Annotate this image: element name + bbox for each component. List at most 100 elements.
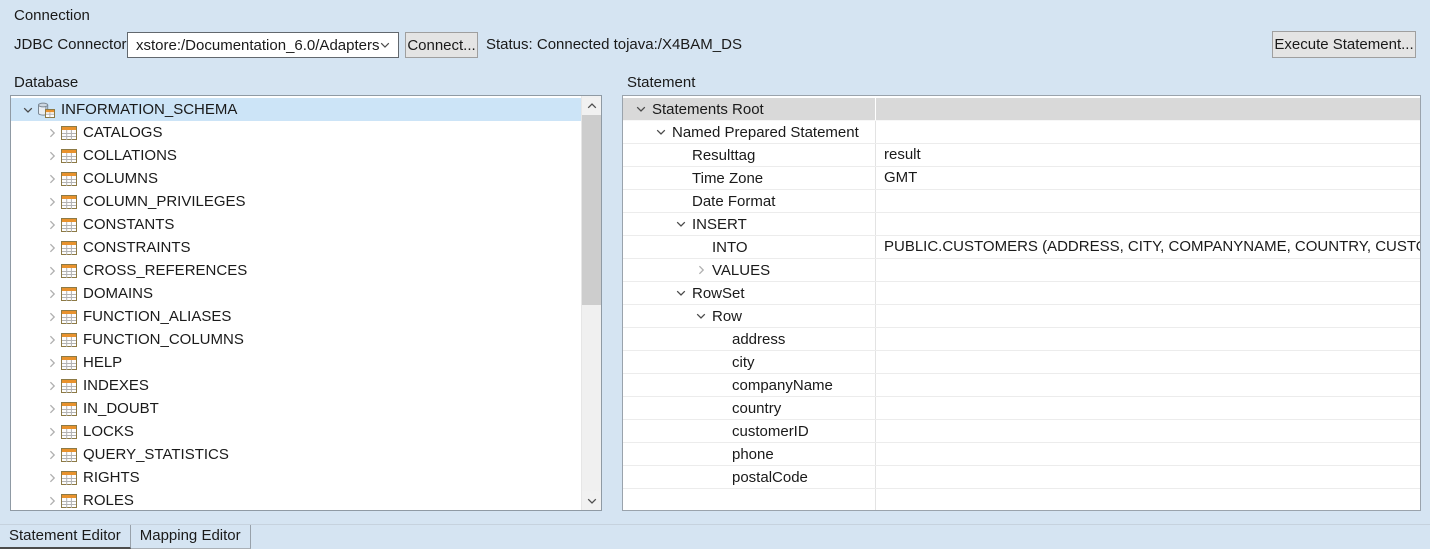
chevron-expanded-icon[interactable] — [21, 103, 35, 117]
chevron-collapsed-icon[interactable] — [45, 126, 59, 140]
statement-row[interactable]: phone — [623, 443, 1420, 466]
statement-row[interactable]: INSERT — [623, 213, 1420, 236]
statement-row[interactable]: Row — [623, 305, 1420, 328]
scroll-up-button[interactable] — [582, 96, 601, 115]
tab-mapping-editor[interactable]: Mapping Editor — [131, 525, 251, 549]
chevron-collapsed-icon[interactable] — [45, 172, 59, 186]
chevron-collapsed-icon[interactable] — [45, 333, 59, 347]
chevron-expanded-icon[interactable] — [694, 309, 708, 323]
statement-row-value[interactable]: GMT — [876, 167, 1420, 189]
tree-item-table[interactable]: COLUMNS — [11, 167, 581, 190]
tree-item-table[interactable]: QUERY_STATISTICS — [11, 443, 581, 466]
tree-item-table[interactable]: IN_DOUBT — [11, 397, 581, 420]
statement-row[interactable]: postalCode — [623, 466, 1420, 489]
statement-row-value[interactable] — [876, 489, 1420, 511]
tree-item-table[interactable]: COLUMN_PRIVILEGES — [11, 190, 581, 213]
jdbc-connector-select[interactable]: xstore:/Documentation_6.0/Adapters — [127, 32, 399, 58]
statement-row[interactable]: VALUES — [623, 259, 1420, 282]
tree-item-table[interactable]: CONSTRAINTS — [11, 236, 581, 259]
statement-row-name-cell: customerID — [623, 420, 876, 442]
statement-row[interactable]: customerID — [623, 420, 1420, 443]
chevron-collapsed-icon[interactable] — [45, 425, 59, 439]
execute-statement-button[interactable]: Execute Statement... — [1272, 31, 1416, 58]
tree-item-table[interactable]: FUNCTION_ALIASES — [11, 305, 581, 328]
chevron-collapsed-icon[interactable] — [45, 494, 59, 508]
chevron-collapsed-icon[interactable] — [45, 218, 59, 232]
tree-item-table[interactable]: CATALOGS — [11, 121, 581, 144]
statement-row-name-cell: Time Zone — [623, 167, 876, 189]
tree-item-label: CONSTRAINTS — [83, 239, 191, 256]
statement-row-value[interactable] — [876, 328, 1420, 350]
tree-item-label: DOMAINS — [83, 285, 153, 302]
statement-row-value[interactable] — [876, 305, 1420, 327]
statement-row[interactable]: Named Prepared Statement — [623, 121, 1420, 144]
statement-row-value[interactable] — [876, 466, 1420, 488]
tree-item-table[interactable]: INDEXES — [11, 374, 581, 397]
statement-row-value[interactable] — [876, 351, 1420, 373]
statement-row-value[interactable] — [876, 190, 1420, 212]
statement-row[interactable]: address — [623, 328, 1420, 351]
tree-item-table[interactable]: FUNCTION_COLUMNS — [11, 328, 581, 351]
chevron-down-icon — [379, 39, 391, 51]
statement-row-name-cell: city — [623, 351, 876, 373]
connection-section-label: Connection — [14, 7, 90, 24]
chevron-collapsed-icon[interactable] — [45, 149, 59, 163]
statement-row-value[interactable] — [876, 420, 1420, 442]
chevron-collapsed-icon[interactable] — [45, 356, 59, 370]
statement-row-value[interactable] — [876, 282, 1420, 304]
table-icon — [61, 494, 77, 508]
tree-item-table[interactable]: LOCKS — [11, 420, 581, 443]
statement-row-value[interactable]: result — [876, 144, 1420, 166]
tree-item-table[interactable]: RIGHTS — [11, 466, 581, 489]
chevron-collapsed-icon[interactable] — [45, 287, 59, 301]
tree-item-table[interactable]: COLLATIONS — [11, 144, 581, 167]
scroll-down-button[interactable] — [582, 491, 601, 510]
statement-row-value[interactable] — [876, 374, 1420, 396]
scrollbar-thumb[interactable] — [582, 115, 601, 305]
chevron-collapsed-icon[interactable] — [45, 471, 59, 485]
tree-item-table[interactable]: CROSS_REFERENCES — [11, 259, 581, 282]
statement-row[interactable]: Resulttagresult — [623, 144, 1420, 167]
chevron-collapsed-icon[interactable] — [694, 263, 708, 277]
statement-row[interactable]: city — [623, 351, 1420, 374]
tree-item-table[interactable]: ROLES — [11, 489, 581, 511]
vertical-scrollbar[interactable] — [581, 96, 601, 510]
chevron-collapsed-icon[interactable] — [45, 402, 59, 416]
statement-row-value[interactable] — [876, 259, 1420, 281]
chevron-expanded-icon[interactable] — [674, 286, 688, 300]
tab-statement-editor[interactable]: Statement Editor — [0, 525, 131, 549]
tree-item-label: CONSTANTS — [83, 216, 174, 233]
chevron-collapsed-icon[interactable] — [45, 264, 59, 278]
statement-row-value[interactable] — [876, 397, 1420, 419]
statement-row[interactable]: INTOPUBLIC.CUSTOMERS (ADDRESS, CITY, COM… — [623, 236, 1420, 259]
table-icon — [61, 241, 77, 255]
tree-item-table[interactable]: DOMAINS — [11, 282, 581, 305]
statement-row[interactable]: Statements Root — [623, 98, 1420, 121]
tree-item-information-schema[interactable]: INFORMATION_SCHEMA — [11, 98, 581, 121]
statement-row-value[interactable] — [876, 121, 1420, 143]
statement-row-name-cell: Statements Root — [623, 98, 876, 120]
chevron-collapsed-icon[interactable] — [45, 448, 59, 462]
statement-row[interactable]: companyName — [623, 374, 1420, 397]
statement-row-value[interactable]: PUBLIC.CUSTOMERS (ADDRESS, CITY, COMPANY… — [876, 236, 1420, 258]
chevron-collapsed-icon[interactable] — [45, 241, 59, 255]
chevron-collapsed-icon[interactable] — [45, 310, 59, 324]
statement-row[interactable]: Date Format — [623, 190, 1420, 213]
chevron-expanded-icon[interactable] — [674, 217, 688, 231]
statement-row[interactable]: Time ZoneGMT — [623, 167, 1420, 190]
statement-row[interactable]: country — [623, 397, 1420, 420]
tree-item-table[interactable]: CONSTANTS — [11, 213, 581, 236]
tree-item-table[interactable]: HELP — [11, 351, 581, 374]
chevron-collapsed-icon[interactable] — [45, 195, 59, 209]
statement-row-value[interactable] — [876, 98, 1420, 120]
statement-row-value[interactable] — [876, 443, 1420, 465]
statement-row[interactable]: RowSet — [623, 282, 1420, 305]
chevron-collapsed-icon[interactable] — [45, 379, 59, 393]
chevron-expanded-icon[interactable] — [634, 102, 648, 116]
connect-button[interactable]: Connect... — [405, 32, 478, 58]
tree-item-label: LOCKS — [83, 423, 134, 440]
statement-row[interactable] — [623, 489, 1420, 511]
chevron-expanded-icon[interactable] — [654, 125, 668, 139]
schema-icon — [37, 102, 55, 118]
statement-row-value[interactable] — [876, 213, 1420, 235]
